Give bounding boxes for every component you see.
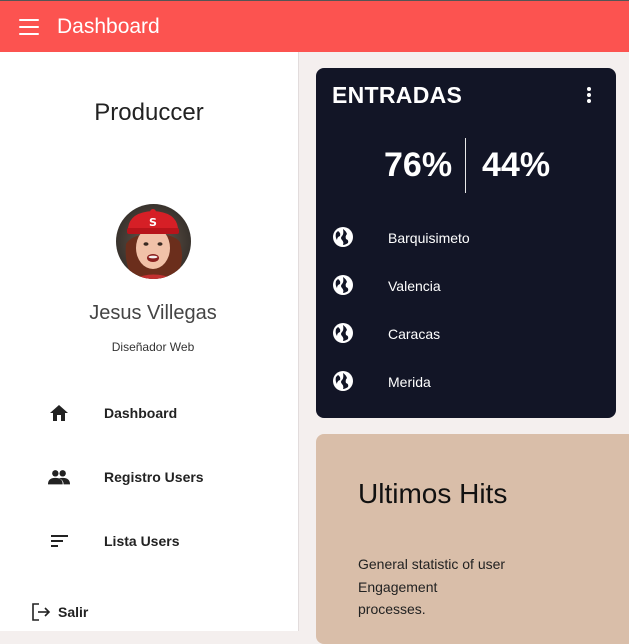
sidebar: Produccer S Jesus Villegas Diseñador Web <box>0 52 299 631</box>
list-item: Barquisimeto <box>332 224 602 252</box>
globe-icon <box>332 322 356 346</box>
stat-divider <box>465 138 466 193</box>
card-title: Ultimos Hits <box>358 478 508 509</box>
app-bar: Dashboard <box>0 0 629 52</box>
avatar: S <box>116 204 191 279</box>
city-label: Caracas <box>388 326 441 342</box>
stat-value: 76% <box>384 146 453 184</box>
svg-text:S: S <box>149 216 157 229</box>
people-icon <box>48 466 70 488</box>
sidebar-item-label: Registro Users <box>104 469 204 485</box>
list-item: Caracas <box>332 320 602 348</box>
stat-value: 44% <box>482 146 551 184</box>
logout-label: Salir <box>58 604 89 620</box>
globe-icon <box>332 226 356 250</box>
hamburger-menu-icon[interactable] <box>19 18 39 35</box>
user-role: Diseñador Web <box>111 340 195 354</box>
city-label: Merida <box>388 374 431 390</box>
sidebar-item-registro-users[interactable]: Registro Users <box>0 455 298 499</box>
sidebar-item-label: Lista Users <box>104 533 180 549</box>
globe-icon <box>332 370 356 394</box>
sort-list-icon <box>48 530 70 552</box>
user-name: Jesus Villegas <box>89 302 217 324</box>
list-item: Valencia <box>332 272 602 300</box>
globe-icon <box>332 274 356 298</box>
logout-icon <box>30 602 52 622</box>
sidebar-item-dashboard[interactable]: Dashboard <box>0 391 298 435</box>
ultimos-hits-card: Ultimos Hits General statistic of user E… <box>316 434 629 644</box>
logout-button[interactable]: Salir <box>30 602 88 622</box>
city-label: Valencia <box>388 278 441 294</box>
city-label: Barquisimeto <box>388 230 470 246</box>
home-icon <box>48 402 70 424</box>
card-description: General statistic of user Engagement pro… <box>358 556 506 617</box>
list-item: Merida <box>332 368 602 396</box>
entradas-card: ENTRADAS 76% 44% Barquisimeto Valencia C… <box>316 68 616 418</box>
sidebar-item-label: Dashboard <box>104 405 178 421</box>
avatar-photo: S <box>116 204 191 279</box>
sidebar-item-lista-users[interactable]: Lista Users <box>0 519 298 563</box>
card-title: ENTRADAS <box>332 82 463 108</box>
brand-name: Produccer <box>94 99 204 126</box>
app-title: Dashboard <box>57 14 160 38</box>
more-options-icon[interactable] <box>586 87 592 103</box>
